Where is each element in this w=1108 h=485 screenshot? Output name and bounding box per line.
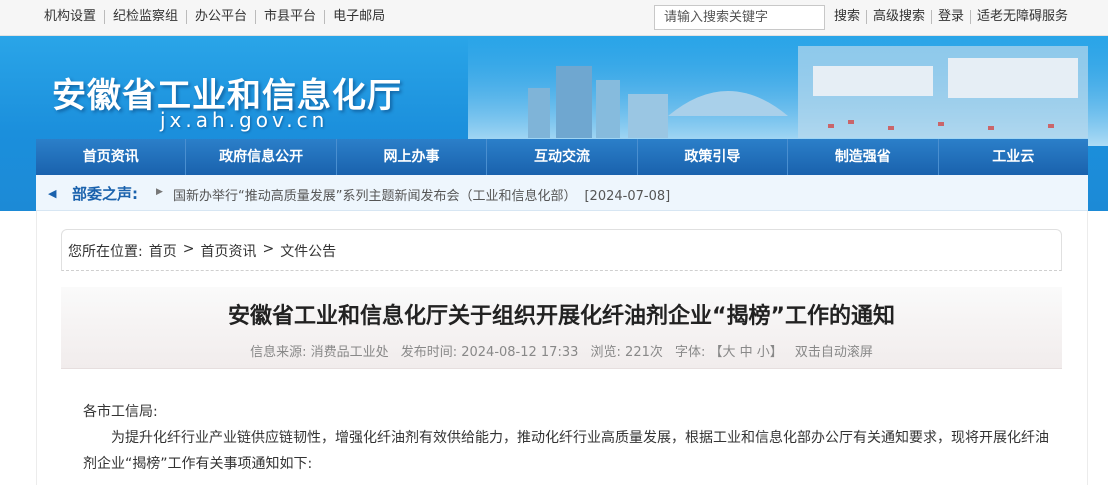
link-discipline-group[interactable]: 纪检监察组 <box>105 10 188 24</box>
article-greeting: 各市工信局: <box>83 404 158 420</box>
meta-views: 浏览: 221次 <box>590 345 663 360</box>
ticker-headline-link[interactable]: 国新办举行“推动高质量发展”系列主题新闻发布会（工业和信息化部） [2024-07… <box>173 185 670 204</box>
article-meta: 信息来源: 消费品工业处 发布时间: 2024-08-12 17:33 浏览: … <box>61 341 1062 360</box>
breadcrumb-box: 您所在位置: 首页 > 首页资讯 > 文件公告 <box>61 229 1062 271</box>
article-title: 安徽省工业和信息化厅关于组织开展化纤油剂企业“揭榜”工作的通知 <box>228 304 895 329</box>
top-utility-bar: 机构设置 纪检监察组 办公平台 市县平台 电子邮局 搜索 高级搜索 登录 适老无… <box>0 0 1108 36</box>
link-county-platform[interactable]: 市县平台 <box>256 10 326 24</box>
nav-policy[interactable]: 政策引导 <box>638 139 789 175</box>
nav-manufacturing[interactable]: 制造强省 <box>788 139 939 175</box>
meta-auto-scroll: 双击自动滚屏 <box>794 345 873 360</box>
nav-interaction[interactable]: 互动交流 <box>487 139 638 175</box>
search-button[interactable]: 搜索 <box>828 10 868 24</box>
breadcrumb-news[interactable]: 首页资讯 <box>200 241 256 261</box>
article-body: 各市工信局: 为提升化纤行业产业链供应链韧性，增强化纤油剂有效供给能力，推动化纤… <box>83 399 1053 477</box>
news-ticker: ◀︎ 部委之声: ▶ 国新办举行“推动高质量发展”系列主题新闻发布会（工业和信息… <box>36 175 1088 211</box>
accessibility-link[interactable]: 适老无障碍服务 <box>971 10 1074 24</box>
breadcrumb-separator: > <box>262 241 275 257</box>
nav-online-service[interactable]: 网上办事 <box>337 139 488 175</box>
article-header: 安徽省工业和信息化厅关于组织开展化纤油剂企业“揭榜”工作的通知 信息来源: 消费… <box>61 287 1062 369</box>
login-link[interactable]: 登录 <box>932 10 972 24</box>
main-content: 您所在位置: 首页 > 首页资讯 > 文件公告 安徽省工业和信息化厅关于组织开展… <box>36 211 1088 485</box>
meta-font-size-control[interactable]: 字体: 【大 中 小】 <box>675 345 783 360</box>
nav-industrial-cloud[interactable]: 工业云 <box>939 139 1088 175</box>
ticker-headline-text: 国新办举行“推动高质量发展”系列主题新闻发布会（工业和信息化部） <box>173 189 577 204</box>
advanced-search-link[interactable]: 高级搜索 <box>867 10 933 24</box>
breadcrumb-prefix: 您所在位置: <box>68 244 143 260</box>
top-links: 机构设置 纪检监察组 办公平台 市县平台 电子邮局 <box>34 10 393 24</box>
link-email[interactable]: 电子邮局 <box>325 10 393 24</box>
meta-source: 信息来源: 消费品工业处 <box>250 345 389 360</box>
link-org-setup[interactable]: 机构设置 <box>34 10 106 24</box>
breadcrumb-separator: > <box>182 241 195 257</box>
search-input[interactable] <box>655 6 824 29</box>
city-skyline-image <box>468 36 1108 146</box>
meta-time: 发布时间: 2024-08-12 17:33 <box>400 345 579 360</box>
search-box <box>654 5 825 30</box>
ticker-date: [2024-07-08] <box>584 189 671 204</box>
article-paragraph: 为提升化纤行业产业链供应链韧性，增强化纤油剂有效供给能力，推动化纤行业高质量发展… <box>83 430 1049 472</box>
top-right-links: 搜索 高级搜索 登录 适老无障碍服务 <box>828 10 1074 24</box>
breadcrumb-announcements[interactable]: 文件公告 <box>280 241 336 261</box>
breadcrumb: 您所在位置: 首页 > 首页资讯 > 文件公告 <box>68 241 342 261</box>
ticker-label: 部委之声: <box>72 185 138 203</box>
nav-gov-info[interactable]: 政府信息公开 <box>186 139 337 175</box>
site-domain: jx.ah.gov.cn <box>160 108 329 132</box>
speaker-icon: ◀︎ <box>48 187 57 200</box>
main-nav: 首页资讯 政府信息公开 网上办事 互动交流 政策引导 制造强省 工业云 <box>36 139 1088 175</box>
nav-home-news[interactable]: 首页资讯 <box>36 139 187 175</box>
link-office-platform[interactable]: 办公平台 <box>187 10 257 24</box>
bullet-arrow-icon: ▶ <box>156 187 163 197</box>
breadcrumb-home[interactable]: 首页 <box>149 241 177 261</box>
